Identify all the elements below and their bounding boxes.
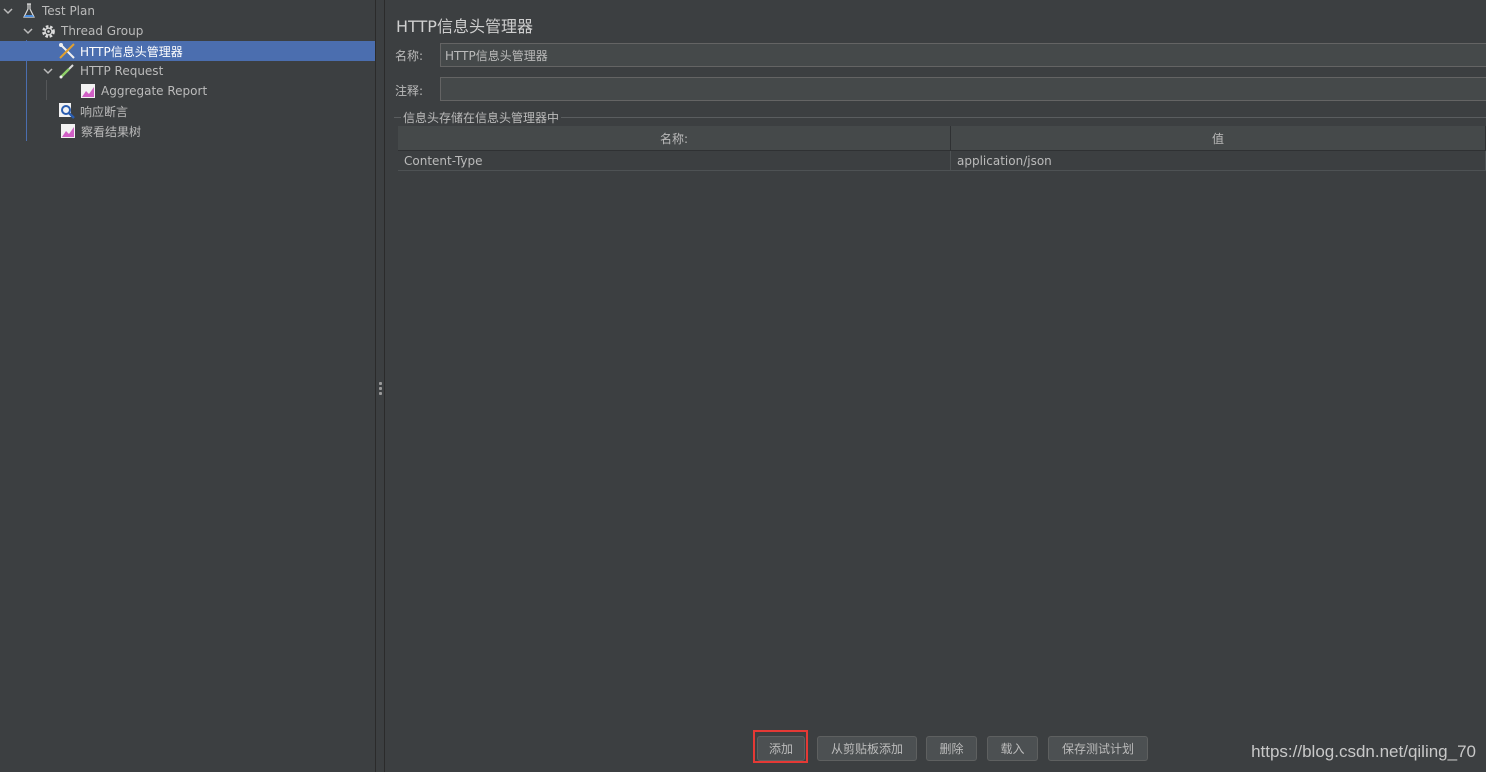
tree-item-label: HTTP信息头管理器 [80,44,183,59]
chart-icon [79,82,97,100]
tree-item-response-assertion[interactable]: 响应断言 [0,101,375,121]
comment-field[interactable] [440,77,1486,101]
tree-item-label: 响应断言 [80,104,129,119]
chevron-down-icon[interactable] [21,24,35,38]
chevron-down-icon[interactable] [41,64,55,78]
tree-item-label: Aggregate Report [101,84,208,98]
chart-icon [59,122,77,140]
annotation-highlight-box [753,730,808,763]
page-title: HTTP信息头管理器 [396,17,533,36]
chevron-down-icon[interactable] [1,4,15,18]
comment-label: 注释: [395,84,424,98]
tree-item-aggregate-report[interactable]: Aggregate Report [0,81,375,101]
watermark: https://blog.csdn.net/qiling_70 [1251,742,1476,761]
flask-icon [20,2,38,20]
save-test-plan-button[interactable]: 保存测试计划 [1048,736,1148,761]
magnifier-icon [58,102,76,120]
name-label: 名称: [395,49,424,63]
wrench-icon [58,42,76,60]
tree-item-http-header-manager[interactable]: HTTP信息头管理器 [0,41,375,61]
pipette-icon [58,62,76,80]
tree-item-label: Test Plan [42,4,95,18]
tree-item-thread-group[interactable]: Thread Group [0,21,375,41]
column-header-name[interactable]: 名称: [398,126,951,150]
http-header-manager-panel: HTTP信息头管理器 名称: 注释: 信息头存储在信息头管理器中 名称: 值 C… [386,0,1486,772]
tree-item-view-results-tree[interactable]: 察看结果树 [0,121,375,141]
table-cell-value[interactable]: application/json [951,151,1486,170]
tree-item-label: HTTP Request [80,64,164,78]
tree-item-label: 察看结果树 [81,124,142,139]
test-plan-tree[interactable]: Test Plan Thread Group HTTP信息头管理器 HTTP R… [0,0,376,772]
add-from-clipboard-button[interactable]: 从剪贴板添加 [817,736,917,761]
tree-item-test-plan[interactable]: Test Plan [0,1,375,21]
headers-table: 名称: 值 Content-Type application/json [398,126,1486,171]
load-button[interactable]: 载入 [987,736,1038,761]
tree-item-label: Thread Group [61,24,144,38]
gear-icon [39,22,57,40]
delete-button[interactable]: 删除 [926,736,977,761]
headers-group-title: 信息头存储在信息头管理器中 [401,109,562,126]
table-row[interactable]: Content-Type application/json [398,151,1486,171]
name-field[interactable] [440,43,1486,67]
tree-item-http-request[interactable]: HTTP Request [0,61,375,81]
panel-splitter[interactable] [376,0,385,772]
table-cell-name[interactable]: Content-Type [398,151,951,170]
drag-handle-icon[interactable] [379,382,382,396]
table-header: 名称: 值 [398,126,1486,151]
column-header-value[interactable]: 值 [951,126,1486,150]
